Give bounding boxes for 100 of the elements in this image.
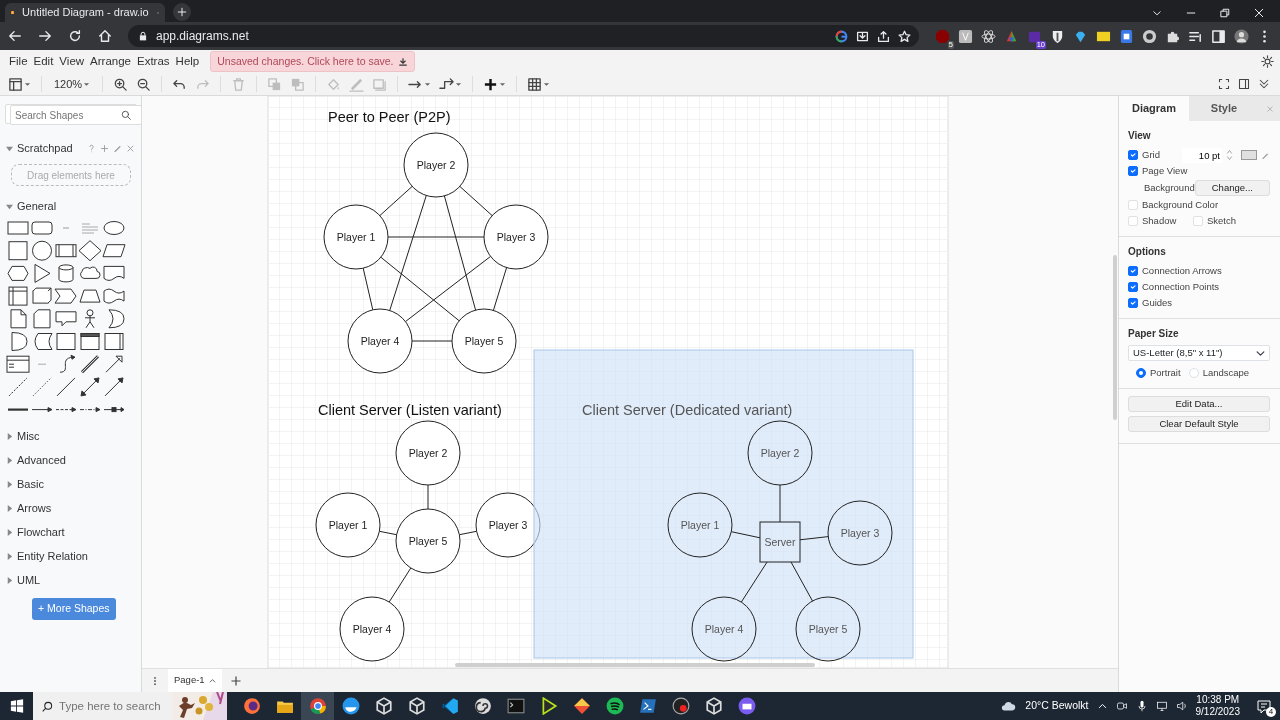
plus-icon — [483, 76, 499, 92]
library-header[interactable]: Arrows — [17, 499, 52, 517]
checkbox[interactable] — [1128, 150, 1138, 160]
speaker-icon[interactable] — [1175, 700, 1188, 712]
zoom-dropdown[interactable]: 120% — [50, 75, 95, 93]
circle-node: Player 2 — [747, 420, 813, 486]
grid-size-field[interactable]: 10 pt — [1182, 147, 1222, 163]
restore-icon[interactable] — [1220, 8, 1230, 18]
zoom-in-icon — [113, 76, 129, 92]
caret-icon[interactable] — [6, 504, 13, 512]
chevron-down-icon[interactable] — [1152, 8, 1162, 18]
square-node: Server — [759, 521, 801, 563]
toolbar-button[interactable] — [6, 76, 33, 92]
more-shapes-button[interactable]: + More Shapes — [32, 598, 116, 620]
panel-button[interactable]: Clear Default Style — [1128, 416, 1270, 432]
checkbox[interactable] — [1128, 266, 1138, 276]
checkbox[interactable] — [1128, 298, 1138, 308]
library-header[interactable]: Flowchart — [17, 523, 65, 541]
side-panel-icon[interactable] — [1211, 28, 1226, 44]
unsaved-changes-link[interactable]: Unsaved changes. Click here to save. — [210, 50, 415, 73]
caret-icon[interactable] — [6, 144, 13, 152]
caret-icon[interactable] — [6, 576, 13, 584]
caret-icon[interactable] — [6, 456, 13, 464]
clock-date[interactable]: 9/12/2023 — [1195, 706, 1240, 718]
notifications-icon[interactable] — [1256, 698, 1272, 714]
atom-icon[interactable] — [981, 28, 996, 44]
caret-icon — [543, 80, 551, 88]
library-header[interactable]: Basic — [17, 475, 44, 493]
ring-logo-icon[interactable] — [301, 692, 334, 720]
checkbox[interactable] — [1128, 282, 1138, 292]
menu-item[interactable]: Edit — [30, 52, 57, 71]
sun-icon[interactable] — [1261, 55, 1274, 68]
plus-icon[interactable] — [229, 674, 242, 687]
section-title: Options — [1128, 245, 1167, 259]
share-icon[interactable] — [877, 29, 890, 43]
search-field[interactable]: Search Shapes — [10, 105, 142, 125]
checkbox[interactable] — [1128, 166, 1138, 176]
browser-tab[interactable]: Untitled Diagram - draw.io — [5, 3, 165, 22]
install-icon[interactable] — [856, 29, 869, 43]
menu-item[interactable]: Arrange — [87, 52, 134, 71]
avatar-icon[interactable] — [1234, 28, 1249, 44]
new-tab-button[interactable] — [173, 3, 191, 21]
page-tab[interactable]: Page-1 — [168, 669, 222, 692]
record-icon[interactable] — [1142, 28, 1157, 44]
format-panel-icon[interactable] — [1238, 78, 1250, 90]
library-header[interactable]: UML — [17, 571, 41, 589]
windows-icon[interactable] — [9, 699, 24, 713]
collapse-icon[interactable] — [1258, 78, 1270, 90]
caret-icon[interactable] — [6, 480, 13, 488]
search-icon[interactable] — [121, 110, 131, 120]
panel-button[interactable]: Edit Data... — [1128, 396, 1270, 412]
microphone-icon[interactable] — [1135, 700, 1148, 712]
checkbox-label: Grid — [1142, 147, 1160, 162]
circle-node: Player 3 — [483, 204, 549, 270]
fullscreen-icon[interactable] — [1218, 78, 1230, 90]
document-icon[interactable] — [1119, 28, 1134, 44]
section-title: Paper Size — [1128, 327, 1180, 341]
caret-icon[interactable] — [6, 528, 13, 536]
circle-node: Player 5 — [795, 596, 861, 662]
library-header[interactable]: Advanced — [17, 451, 66, 469]
back-arrow-icon[interactable] — [8, 29, 22, 43]
circle-node: Player 2 — [403, 132, 469, 198]
radio-button[interactable] — [1136, 368, 1146, 378]
google-icon[interactable] — [835, 29, 848, 43]
connector-line — [799, 536, 829, 541]
panel-tab[interactable]: Style — [1189, 96, 1259, 121]
download-icon — [397, 56, 408, 67]
menu-item[interactable]: Extras — [134, 52, 173, 71]
star-icon[interactable] — [898, 29, 911, 43]
section-header[interactable]: Scratchpad — [17, 139, 83, 157]
camera-icon[interactable] — [1115, 700, 1128, 712]
caret-icon[interactable] — [6, 202, 13, 210]
weather-text[interactable]: 20°C Bewolkt — [1025, 698, 1089, 714]
caret-icon[interactable] — [6, 552, 13, 560]
prism-icon[interactable] — [1004, 28, 1019, 44]
clock-time[interactable]: 10:38 PM — [1196, 694, 1240, 706]
search-bar[interactable]: Type here to search — [33, 692, 173, 720]
paper-size-select[interactable]: US-Letter (8,5" x 11") — [1128, 345, 1270, 361]
forward-arrow-icon[interactable] — [38, 29, 52, 43]
reload-icon[interactable] — [68, 29, 82, 43]
home-icon[interactable] — [98, 29, 112, 43]
shield-icon[interactable] — [1050, 28, 1065, 44]
connector-line — [378, 530, 398, 536]
change-button[interactable]: Change... — [1194, 180, 1270, 196]
scrollbar[interactable] — [1113, 255, 1117, 420]
menu-item[interactable]: Help — [172, 52, 203, 71]
pen-icon — [349, 76, 365, 92]
network-icon[interactable] — [1155, 700, 1168, 712]
caret-icon — [24, 80, 31, 88]
library-header[interactable]: General — [17, 197, 57, 215]
square-icon[interactable] — [958, 28, 973, 44]
library-header[interactable]: Entity Relation — [17, 547, 88, 565]
url-text[interactable]: app.diagrams.net — [156, 27, 249, 45]
search-icon[interactable] — [42, 699, 53, 713]
color-swatch[interactable] — [1241, 150, 1257, 160]
caret-icon[interactable] — [6, 432, 13, 440]
cloud-icon[interactable] — [999, 699, 1018, 713]
library-header[interactable]: Misc — [17, 427, 40, 445]
menu-item[interactable]: View — [56, 52, 88, 71]
menu-item[interactable]: File — [6, 52, 31, 71]
